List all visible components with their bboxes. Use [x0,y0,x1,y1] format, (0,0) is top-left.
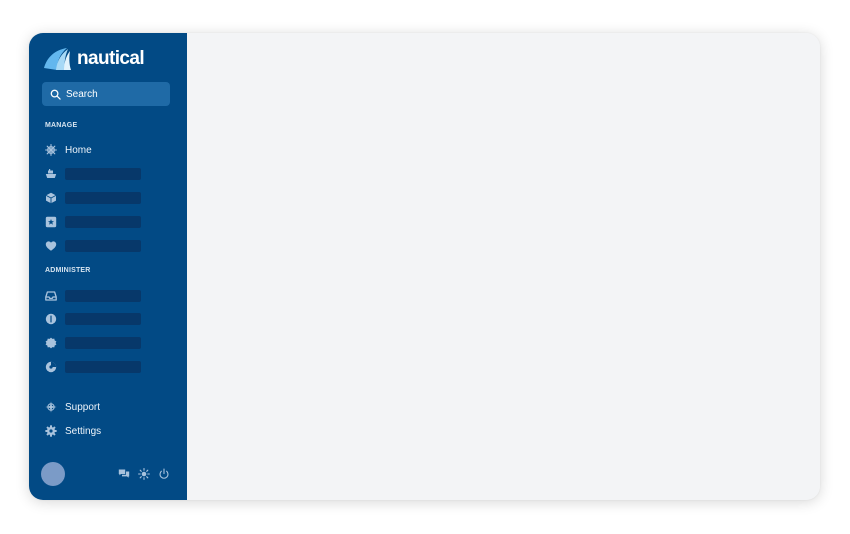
compass-icon [45,401,57,413]
sidebar-item-label: Support [65,401,101,413]
search-label: Search [66,88,98,100]
app-window: nautical Search MANAGE Home ADMINISTER S… [29,33,820,500]
boat-icon [45,168,57,180]
gear-icon [45,425,57,437]
chat-icon[interactable] [118,468,130,480]
power-icon[interactable] [158,468,170,480]
sidebar-item-placeholder [65,216,141,228]
sidebar-item-placeholder [65,192,141,204]
sidebar-footer [41,462,173,486]
sidebar-item-placeholder [65,168,141,180]
inbox-icon [45,290,57,302]
sidebar-item-inbox[interactable] [45,289,141,303]
sidebar: nautical Search MANAGE Home ADMINISTER S… [29,33,187,500]
section-title-administer: ADMINISTER [45,267,91,274]
search-icon [50,89,61,100]
sidebar-item-favorites[interactable] [45,215,141,229]
logo[interactable]: nautical [43,46,145,72]
sidebar-item-home[interactable]: Home [45,143,92,157]
sidebar-item-verification[interactable] [45,336,141,350]
section-title-manage: MANAGE [45,122,78,129]
sidebar-item-placeholder [65,313,141,325]
sail-logo-icon [44,48,71,70]
ship-wheel-icon [45,144,57,156]
heart-icon [45,240,57,252]
badge-icon [45,337,57,349]
star-square-icon [45,216,57,228]
sidebar-item-health[interactable] [45,239,141,253]
sidebar-item-support[interactable]: Support [45,400,100,414]
pie-chart-icon [45,361,57,373]
sidebar-item-reports[interactable] [45,360,141,374]
sidebar-item-inventory[interactable] [45,191,141,205]
box-icon [45,192,57,204]
sidebar-item-placeholder [65,240,141,252]
sidebar-item-label: Settings [65,425,102,437]
main-content [187,33,820,500]
sidebar-item-boats[interactable] [45,167,141,181]
avatar[interactable] [41,462,65,486]
sun-icon[interactable] [138,468,150,480]
sidebar-item-settings[interactable]: Settings [45,424,101,438]
sidebar-item-placeholder [65,337,141,349]
sidebar-item-billing[interactable] [45,312,141,326]
sidebar-item-placeholder [65,290,141,302]
dollar-circle-icon [45,313,57,325]
brand-name: nautical [77,48,145,69]
search-button[interactable]: Search [42,82,170,106]
sidebar-item-label: Home [65,144,92,156]
sidebar-item-placeholder [65,361,141,373]
